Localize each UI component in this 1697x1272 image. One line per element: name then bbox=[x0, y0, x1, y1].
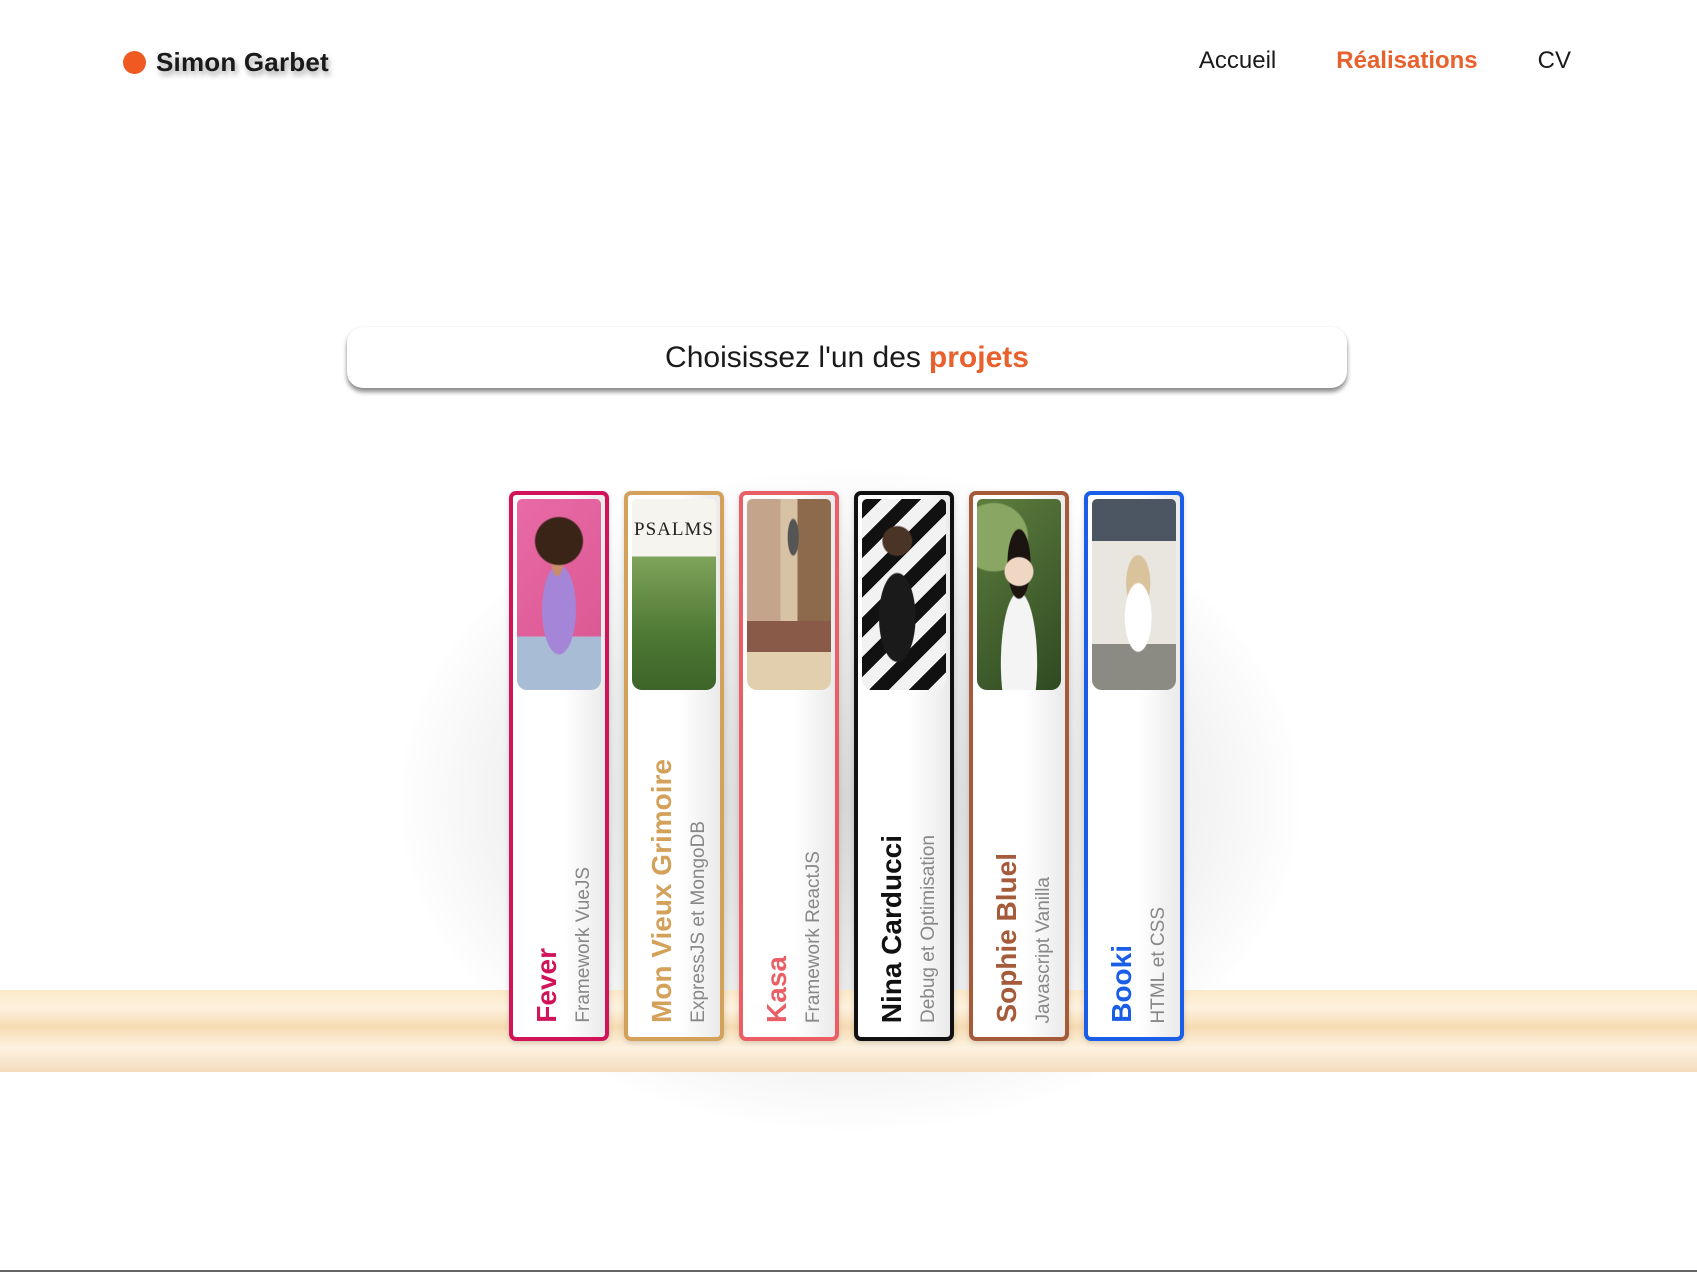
book-title: Mon Vieux Grimoire bbox=[646, 759, 677, 1023]
book-spine: Nina Carducci Debug et Optimisation bbox=[872, 693, 939, 1023]
book-title: Fever bbox=[531, 948, 562, 1023]
project-cover-image bbox=[517, 499, 601, 690]
book-title: Nina Carducci bbox=[876, 834, 907, 1023]
project-book-kasa[interactable]: Kasa Framework ReactJS bbox=[739, 491, 839, 1041]
project-book-nina-carducci[interactable]: Nina Carducci Debug et Optimisation bbox=[854, 491, 954, 1041]
logo-dot-icon bbox=[123, 51, 146, 74]
project-book-booki[interactable]: Booki HTML et CSS bbox=[1084, 491, 1184, 1041]
project-book-sophie-bluel[interactable]: Sophie Bluel Javascript Vanilla bbox=[969, 491, 1069, 1041]
book-spine: Booki HTML et CSS bbox=[1102, 693, 1169, 1024]
project-cover-image bbox=[862, 499, 946, 690]
section-title-banner: Choisissez l'un des projets bbox=[347, 327, 1347, 388]
site-header: Simon Garbet Accueil Réalisations CV bbox=[0, 0, 1697, 125]
book-subtitle: Framework VueJS bbox=[573, 867, 594, 1023]
section-title-accent: projets bbox=[928, 340, 1029, 374]
book-spine: Kasa Framework ReactJS bbox=[757, 693, 824, 1023]
project-cover-image bbox=[977, 499, 1061, 690]
logo-text: Simon Garbet bbox=[156, 47, 329, 77]
book-subtitle: Framework ReactJS bbox=[803, 850, 824, 1023]
section-title-text: Choisissez l'un des bbox=[665, 340, 921, 374]
book-title: Sophie Bluel bbox=[991, 853, 1022, 1023]
project-cover-image bbox=[747, 499, 831, 690]
book-subtitle: Javascript Vanilla bbox=[1033, 876, 1054, 1023]
book-title: Kasa bbox=[761, 956, 792, 1023]
cover-title-text: PSALMS bbox=[634, 519, 714, 540]
nav-link-realisations[interactable]: Réalisations bbox=[1336, 47, 1477, 75]
main-nav: Accueil Réalisations CV bbox=[1199, 47, 1571, 75]
book-subtitle: ExpressJS et MongoDB bbox=[688, 821, 709, 1023]
project-bookshelf: Fever Framework VueJS PSALMS Mon Vieux G… bbox=[509, 491, 1184, 1041]
project-book-mon-vieux-grimoire[interactable]: PSALMS Mon Vieux Grimoire ExpressJS et M… bbox=[624, 491, 724, 1041]
project-book-fever[interactable]: Fever Framework VueJS bbox=[509, 491, 609, 1041]
book-spine: Fever Framework VueJS bbox=[527, 693, 594, 1023]
logo[interactable]: Simon Garbet bbox=[123, 47, 329, 78]
book-spine: Sophie Bluel Javascript Vanilla bbox=[987, 693, 1054, 1023]
book-spine: Mon Vieux Grimoire ExpressJS et MongoDB bbox=[642, 693, 709, 1023]
book-subtitle: HTML et CSS bbox=[1148, 906, 1169, 1024]
book-title: Booki bbox=[1106, 945, 1137, 1023]
book-subtitle: Debug et Optimisation bbox=[918, 835, 939, 1023]
project-cover-image: PSALMS bbox=[632, 499, 716, 690]
nav-link-cv[interactable]: CV bbox=[1538, 47, 1571, 75]
project-cover-image bbox=[1092, 499, 1176, 690]
nav-link-accueil[interactable]: Accueil bbox=[1199, 47, 1276, 75]
